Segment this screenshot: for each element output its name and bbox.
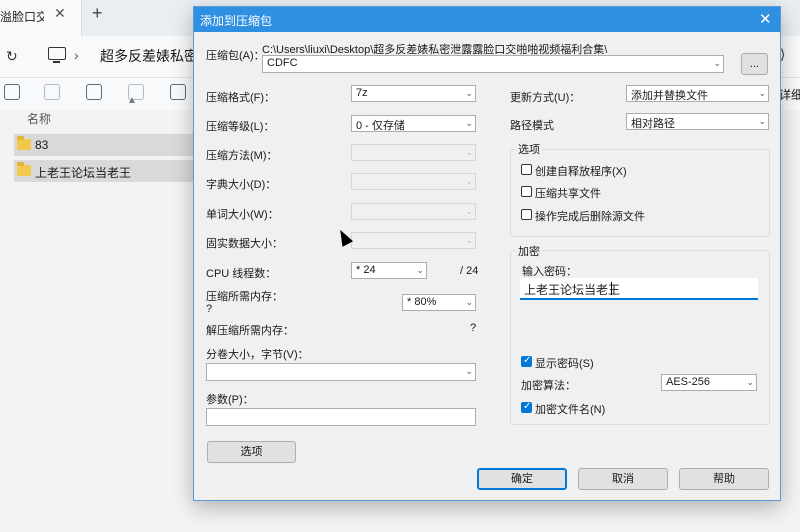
shared-files-label[interactable]: 压缩共享文件 <box>535 185 601 201</box>
explorer-tab[interactable]: 溢脸口交啪 ✕ <box>0 0 82 36</box>
update-mode-select[interactable]: 添加并替换文件 ⌄ <box>626 85 769 102</box>
encryption-group-title: 加密 <box>516 243 542 259</box>
solid-size-select[interactable]: ⌄ <box>351 232 476 249</box>
dict-size-select[interactable]: ⌄ <box>351 173 476 190</box>
show-password-checkbox[interactable] <box>521 355 532 367</box>
help-button[interactable]: 帮助 <box>679 468 769 490</box>
encryption-method-label: 加密算法： <box>521 380 576 392</box>
shared-files-checkbox[interactable] <box>521 186 532 197</box>
file-name: 83 <box>35 138 49 152</box>
word-size-select[interactable]: ⌄ <box>351 203 476 220</box>
chevron-right-icon: › <box>74 47 79 63</box>
format-select[interactable]: 7z ⌄ <box>351 85 476 102</box>
chevron-down-icon: ⌄ <box>465 88 473 98</box>
chevron-down-icon: ⌄ <box>758 88 766 98</box>
compress-memory-label: 压缩所需内存： <box>206 291 283 303</box>
path-mode-select[interactable]: 相对路径 ⌄ <box>626 113 769 130</box>
path-mode-value: 相对路径 <box>631 118 675 130</box>
memory-usage-select[interactable]: * 80% ⌄ <box>402 294 476 311</box>
show-password-label[interactable]: 显示密码(S) <box>535 355 594 371</box>
rename-icon[interactable] <box>86 84 102 100</box>
column-header-name[interactable]: 名称 <box>27 110 51 127</box>
folder-icon <box>17 136 31 150</box>
sort-indicator-icon: ▲ <box>127 95 137 106</box>
encryption-method-select[interactable]: AES-256 ⌄ <box>661 374 757 391</box>
delete-after-label[interactable]: 操作完成后删除源文件 <box>535 208 645 224</box>
file-name: 上老王论坛当老王 <box>35 166 132 180</box>
split-size-combo[interactable]: ⌄ <box>206 363 476 381</box>
options-group-title: 选项 <box>516 141 542 157</box>
decompress-memory-label: 解压缩所需内存： <box>206 325 294 337</box>
cpu-threads-label: CPU 线程数： <box>206 268 277 280</box>
chevron-down-icon: ⌄ <box>416 265 424 275</box>
cpu-threads-value: * 24 <box>356 264 376 276</box>
archive-name-value: CDFC <box>267 57 298 69</box>
list-item[interactable]: 上老王论坛当老王 <box>14 160 194 182</box>
level-value: 0 - 仅存储 <box>356 120 405 132</box>
chevron-down-icon: ⌄ <box>465 366 473 376</box>
chevron-down-icon: ⌄ <box>465 235 473 245</box>
params-input[interactable] <box>206 408 476 426</box>
password-value: 上老王论坛当老王 <box>524 283 621 297</box>
level-select[interactable]: 0 - 仅存储 ⌄ <box>351 115 476 132</box>
update-mode-label: 更新方式(U)： <box>510 92 581 104</box>
password-input[interactable]: 上老王论坛当老王 <box>520 278 758 300</box>
breadcrumb[interactable]: 超多反差婊私密泄 <box>100 46 195 66</box>
password-label: 输入密码： <box>522 266 577 278</box>
path-mode-label: 路径模式 <box>510 120 554 132</box>
dialog-titlebar: 添加到压缩包 ✕ <box>194 7 780 32</box>
encrypt-names-label[interactable]: 加密文件名(N) <box>535 401 605 417</box>
chevron-down-icon: ⌄ <box>465 147 473 157</box>
add-to-archive-dialog: 添加到压缩包 ✕ 压缩包(A)： C:\Users\liuxi\Desktop\… <box>193 6 781 501</box>
sfx-checkbox[interactable] <box>521 164 532 175</box>
archive-name-combo[interactable]: CDFC ⌄ <box>262 55 724 73</box>
sfx-label[interactable]: 创建自释放程序(X) <box>535 163 627 179</box>
word-size-label: 单词大小(W)： <box>206 209 279 221</box>
folder-icon <box>17 162 31 176</box>
chevron-down-icon: ⌄ <box>465 206 473 216</box>
cpu-threads-select[interactable]: * 24 ⌄ <box>351 262 427 279</box>
solid-size-label: 固实数据大小： <box>206 238 283 250</box>
tab-title: 溢脸口交啪 <box>0 10 44 24</box>
close-icon[interactable]: ✕ <box>54 5 66 22</box>
text-caret <box>611 282 612 295</box>
method-select[interactable]: ⌄ <box>351 144 476 161</box>
list-item[interactable]: 83 <box>14 134 194 156</box>
details-view-label[interactable]: 详细信 <box>779 86 800 103</box>
this-pc-icon[interactable] <box>48 47 66 63</box>
format-value: 7z <box>356 87 368 99</box>
compress-memory-value: ? <box>206 303 213 315</box>
params-label: 参数(P)： <box>206 394 254 406</box>
browse-button[interactable]: ... <box>741 53 768 75</box>
split-size-label: 分卷大小，字节(V)： <box>206 349 309 361</box>
options-button[interactable]: 选项 <box>207 441 296 463</box>
update-mode-value: 添加并替换文件 <box>631 90 708 102</box>
chevron-down-icon: ⌄ <box>465 118 473 128</box>
chevron-down-icon: ⌄ <box>758 116 766 126</box>
method-label: 压缩方法(M)： <box>206 150 278 162</box>
format-label: 压缩格式(F)： <box>206 92 276 104</box>
chevron-down-icon: ⌄ <box>465 297 473 307</box>
chevron-down-icon: ⌄ <box>465 176 473 186</box>
copy-icon[interactable] <box>4 84 20 100</box>
archive-label: 压缩包(A)： <box>206 50 265 62</box>
refresh-icon[interactable]: ↻ <box>6 48 18 65</box>
encryption-method-value: AES-256 <box>666 376 711 388</box>
close-icon[interactable]: ✕ <box>759 10 772 28</box>
chevron-down-icon: ⌄ <box>713 58 721 68</box>
dialog-title: 添加到压缩包 <box>200 14 273 28</box>
memory-usage-value: * 80% <box>407 296 437 308</box>
cancel-button[interactable]: 取消 <box>578 468 668 490</box>
delete-after-checkbox[interactable] <box>521 209 532 220</box>
dict-size-label: 字典大小(D)： <box>206 179 277 191</box>
chevron-down-icon: ⌄ <box>746 377 754 387</box>
delete-icon[interactable] <box>170 84 186 100</box>
new-tab-icon[interactable]: + <box>92 3 103 24</box>
level-label: 压缩等级(L)： <box>206 121 275 133</box>
decompress-memory-value: ? <box>470 322 477 334</box>
encrypt-names-checkbox[interactable] <box>521 401 532 413</box>
ok-button[interactable]: 确定 <box>477 468 567 490</box>
cpu-threads-total: / 24 <box>460 265 479 277</box>
paste-icon[interactable] <box>44 84 60 100</box>
